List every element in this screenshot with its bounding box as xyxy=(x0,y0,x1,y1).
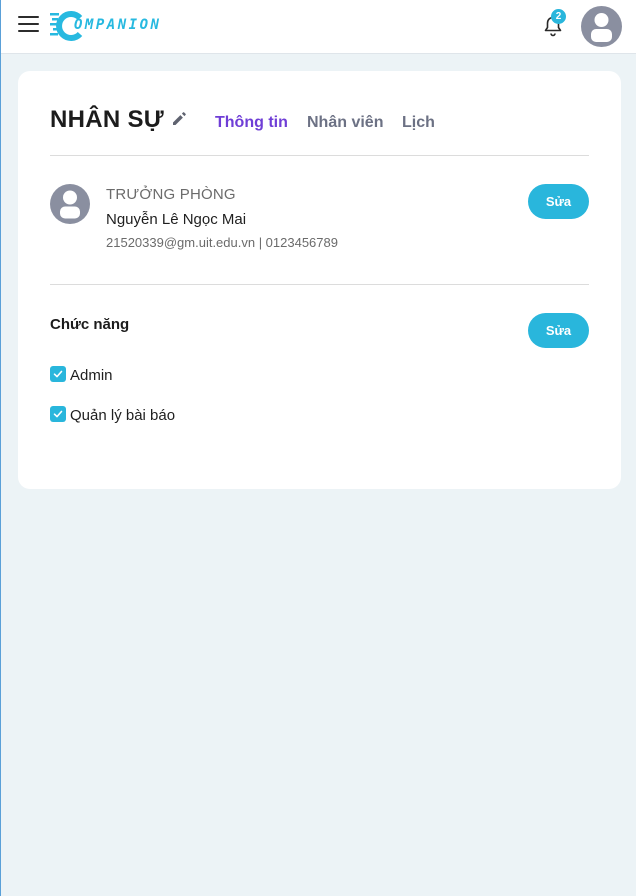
tab-thong-tin[interactable]: Thông tin xyxy=(215,114,288,132)
notification-badge: 2 xyxy=(551,9,566,24)
member-avatar-icon xyxy=(50,184,90,224)
tab-lich[interactable]: Lịch xyxy=(402,114,435,132)
tab-nhan-vien[interactable]: Nhân viên xyxy=(307,114,383,132)
top-navbar: OMPANION 2 xyxy=(1,0,636,54)
page-title: NHÂN SỰ xyxy=(50,106,165,133)
personnel-card: NHÂN SỰ Thông tin Nhân viên Lịch TRƯỞNG … xyxy=(18,71,621,489)
permission-label: Admin xyxy=(70,367,113,384)
member-role: TRƯỞNG PHÒNG xyxy=(106,186,236,203)
menu-icon[interactable] xyxy=(18,14,40,36)
edit-member-button[interactable]: Sửa xyxy=(528,184,589,219)
divider xyxy=(50,284,589,285)
member-contact: 21520339@gm.uit.edu.vn | 0123456789 xyxy=(106,235,338,250)
functions-title: Chức năng xyxy=(50,316,130,333)
article-management-checkbox[interactable] xyxy=(50,406,66,422)
permission-label: Quản lý bài báo xyxy=(70,407,176,424)
companion-logo[interactable]: OMPANION xyxy=(50,9,172,43)
checkmark-icon xyxy=(53,410,63,418)
edit-functions-button[interactable]: Sửa xyxy=(528,313,589,348)
divider xyxy=(50,155,589,156)
checkmark-icon xyxy=(53,370,63,378)
admin-checkbox[interactable] xyxy=(50,366,66,382)
pencil-icon[interactable] xyxy=(171,110,188,127)
member-name: Nguyễn Lê Ngọc Mai xyxy=(106,211,247,228)
user-avatar-icon[interactable] xyxy=(581,6,622,47)
logo-wordmark: OMPANION xyxy=(74,17,162,33)
